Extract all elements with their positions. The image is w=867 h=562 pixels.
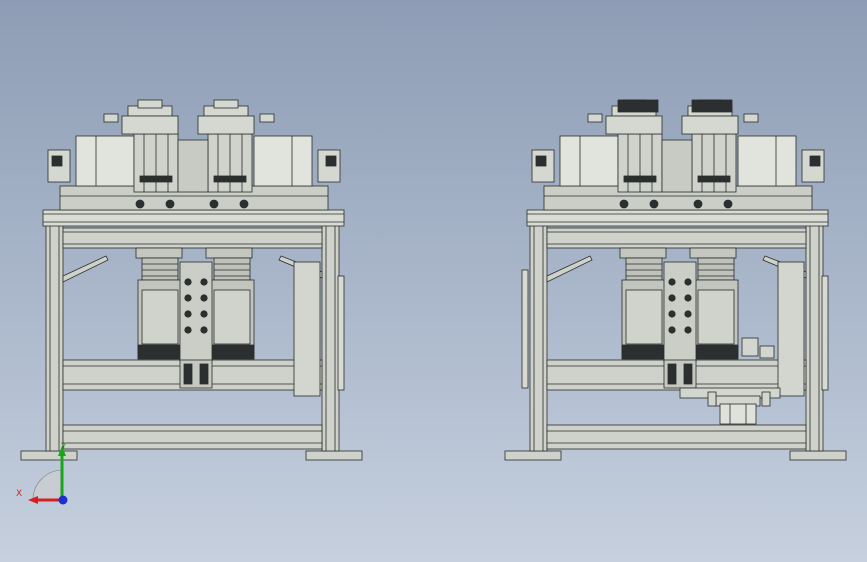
- left-machine-assembly: [20, 99, 363, 461]
- x-axis-label: X: [16, 489, 22, 499]
- right-machine-assembly: [504, 99, 847, 461]
- y-axis-label: Y: [60, 442, 67, 452]
- cad-viewport[interactable]: X Y: [0, 0, 867, 562]
